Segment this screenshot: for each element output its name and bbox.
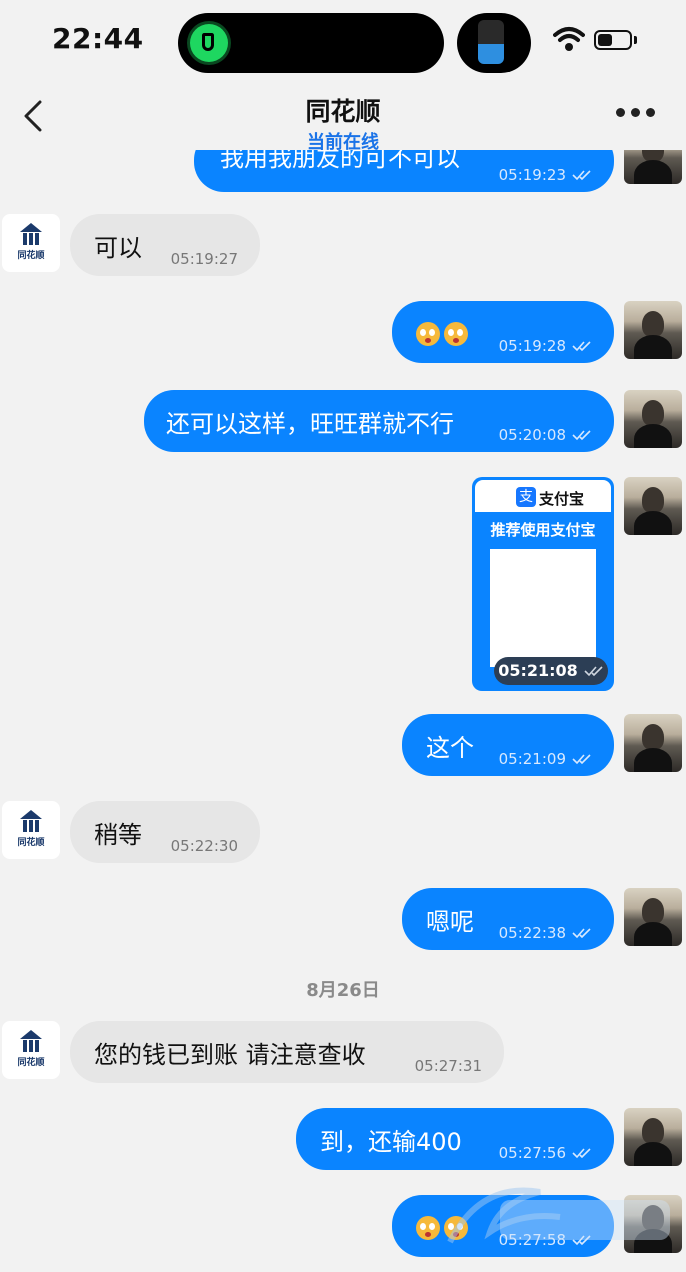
flushed-face-icon xyxy=(444,322,468,346)
shop-avatar[interactable]: 同花顺 xyxy=(2,1021,60,1079)
watermark-logo xyxy=(447,1187,670,1244)
message-bubble[interactable]: 到，还输400 05:27:56 xyxy=(296,1108,614,1170)
message-text: 我用我朋友的可不可以 xyxy=(220,150,460,172)
message-bubble[interactable]: 嗯呢 05:22:38 xyxy=(402,888,614,950)
my-avatar[interactable] xyxy=(624,714,682,772)
message-text: 这个 xyxy=(426,734,474,762)
message-text: 还可以这样，旺旺群就不行 xyxy=(166,410,454,438)
message-text: 稍等 xyxy=(94,821,142,849)
shop-avatar[interactable]: 同花顺 xyxy=(2,214,60,272)
message-time: 05:20:08 xyxy=(499,426,592,444)
shop-logo-icon xyxy=(20,223,42,245)
my-avatar[interactable] xyxy=(624,477,682,535)
message-bubble[interactable]: 您的钱已到账 请注意查收 05:27:31 xyxy=(70,1021,504,1083)
read-check-icon xyxy=(572,430,591,441)
alipay-card-message[interactable]: 支 支付宝 推荐使用支付宝 05:21:08 xyxy=(472,477,614,691)
message-bubble[interactable]: 还可以这样，旺旺群就不行 05:20:08 xyxy=(144,390,614,452)
message-bubble[interactable]: 这个 05:21:09 xyxy=(402,714,614,776)
message-text: 可以 xyxy=(94,234,142,262)
my-avatar[interactable] xyxy=(624,390,682,448)
crying-face-icon xyxy=(416,1216,440,1240)
date-separator: 8月26日 xyxy=(306,980,380,1001)
message-time: 05:22:38 xyxy=(499,924,592,942)
message-text: 到，还输400 xyxy=(320,1128,462,1156)
message-row: 我用我朋友的可不可以 05:19:23 xyxy=(0,150,686,195)
my-avatar[interactable] xyxy=(624,888,682,946)
message-time: 05:19:23 xyxy=(499,166,592,184)
read-check-icon xyxy=(572,1148,591,1159)
card-header: 支 支付宝 xyxy=(475,480,611,512)
flushed-face-icon xyxy=(416,322,440,346)
message-time: 05:27:31 xyxy=(414,1057,482,1075)
message-time: 05:27:56 xyxy=(499,1144,592,1162)
chat-list: 我用我朋友的可不可以 05:19:23 同花顺 可以 05:19:27 05:1… xyxy=(0,0,686,1272)
qr-code-area xyxy=(490,549,596,667)
read-check-icon xyxy=(572,341,591,352)
emoji-group xyxy=(416,319,472,347)
message-bubble[interactable]: 我用我朋友的可不可以 05:19:23 xyxy=(194,150,614,192)
card-brand: 支付宝 xyxy=(539,490,585,508)
read-check-icon xyxy=(572,928,591,939)
message-text: 您的钱已到账 请注意查收 xyxy=(94,1041,366,1069)
read-check-icon xyxy=(572,754,591,765)
shop-avatar[interactable]: 同花顺 xyxy=(2,801,60,859)
message-time: 05:19:28 xyxy=(499,337,592,355)
read-check-icon xyxy=(584,666,603,677)
alipay-logo-icon: 支 xyxy=(516,487,536,507)
my-avatar[interactable] xyxy=(624,1108,682,1166)
my-avatar[interactable] xyxy=(624,150,682,184)
shop-logo-icon xyxy=(20,810,42,832)
read-check-icon xyxy=(572,170,591,181)
message-time: 05:21:08 xyxy=(494,657,608,685)
message-time: 05:22:30 xyxy=(170,837,238,855)
message-text: 嗯呢 xyxy=(426,908,474,936)
message-time: 05:19:27 xyxy=(170,250,238,268)
shop-logo-icon xyxy=(20,1030,42,1052)
message-time: 05:21:09 xyxy=(499,750,592,768)
message-bubble[interactable]: 稍等 05:22:30 xyxy=(70,801,260,863)
message-bubble[interactable]: 05:19:28 xyxy=(392,301,614,363)
card-recommend: 推荐使用支付宝 xyxy=(490,521,596,539)
message-bubble[interactable]: 可以 05:19:27 xyxy=(70,214,260,276)
my-avatar[interactable] xyxy=(624,301,682,359)
